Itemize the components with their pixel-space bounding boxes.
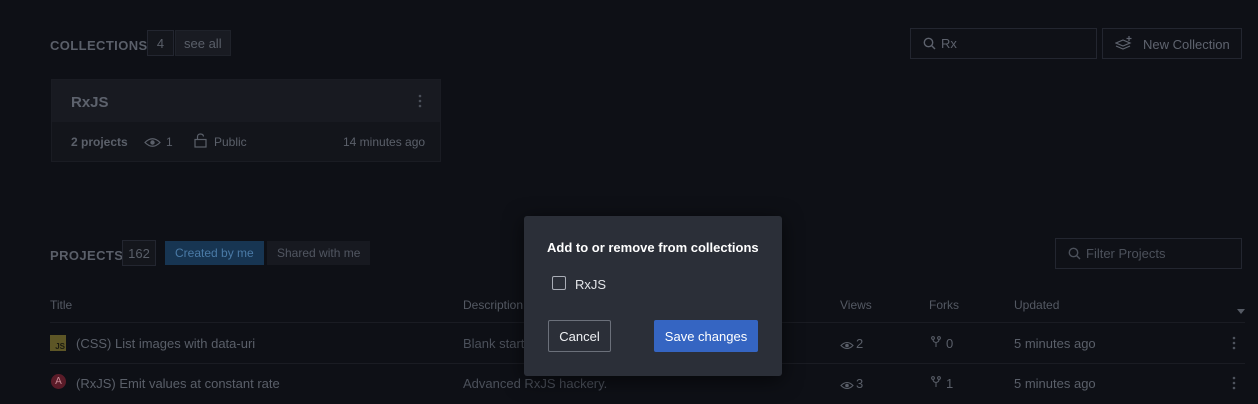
collection-visibility: Public [214,135,247,149]
collections-count: 4 [147,30,174,56]
rxjs-checkbox[interactable] [552,276,566,290]
rxjs-checkbox-label[interactable]: RxJS [575,277,606,292]
column-views[interactable]: Views [840,298,872,312]
project-views: 3 [856,376,864,391]
see-all-button[interactable]: see all [175,30,231,56]
modal-title: Add to or remove from collections [547,240,759,255]
eye-icon [840,378,854,393]
search-icon [923,37,936,53]
new-collection-label: New Collection [1143,37,1230,52]
project-title[interactable]: (CSS) List images with data-uri [76,336,255,351]
project-title[interactable]: (RxJS) Emit values at constant rate [76,376,280,391]
project-description: Advanced RxJS hackery. [463,376,608,391]
column-updated[interactable]: Updated [1014,298,1059,312]
project-forks: 1 [946,376,954,391]
angular-icon: A [51,374,66,389]
search-icon [1068,247,1081,263]
tab-created-by-me[interactable]: Created by me [165,241,264,265]
column-forks[interactable]: Forks [929,298,959,312]
project-updated: 5 minutes ago [1014,376,1096,391]
tab-shared-with-me[interactable]: Shared with me [267,241,371,265]
cancel-button[interactable]: Cancel [548,320,611,352]
column-description[interactable]: Description [463,298,523,312]
fork-icon [931,376,941,391]
new-collection-button[interactable]: New Collection [1102,28,1242,59]
more-options-icon[interactable] [1232,336,1236,353]
fork-icon [931,336,941,351]
project-updated: 5 minutes ago [1014,336,1096,351]
collection-project-count: 2 projects [71,135,128,149]
more-options-icon[interactable] [418,94,422,108]
more-options-icon[interactable] [1232,376,1236,393]
project-description: Blank start [463,336,525,351]
projects-title: PROJECTS [50,248,124,263]
collection-title: RxJS [71,94,109,111]
collections-search-input[interactable]: Rx [910,28,1097,59]
javascript-icon: JS [50,335,66,351]
search-value: Rx [941,36,957,51]
column-title[interactable]: Title [50,298,72,312]
unlock-icon [194,133,207,151]
collection-card[interactable]: RxJS 2 projects 1 Public 14 minutes ago [51,79,441,162]
collections-modal: Add to or remove from collections RxJS C… [524,216,782,376]
collections-title: COLLECTIONS [50,38,148,53]
collection-card-header: RxJS [52,80,440,122]
eye-icon [144,136,161,151]
projects-count: 162 [122,240,156,266]
eye-icon [840,338,854,353]
collection-views: 1 [166,135,173,149]
filter-projects-input[interactable]: Filter Projects [1055,238,1242,269]
sort-caret-icon[interactable] [1237,302,1245,317]
add-collection-icon [1114,35,1133,54]
filter-placeholder: Filter Projects [1086,246,1166,261]
project-views: 2 [856,336,864,351]
project-forks: 0 [946,336,954,351]
collection-updated: 14 minutes ago [343,135,426,149]
save-changes-button[interactable]: Save changes [654,320,758,352]
